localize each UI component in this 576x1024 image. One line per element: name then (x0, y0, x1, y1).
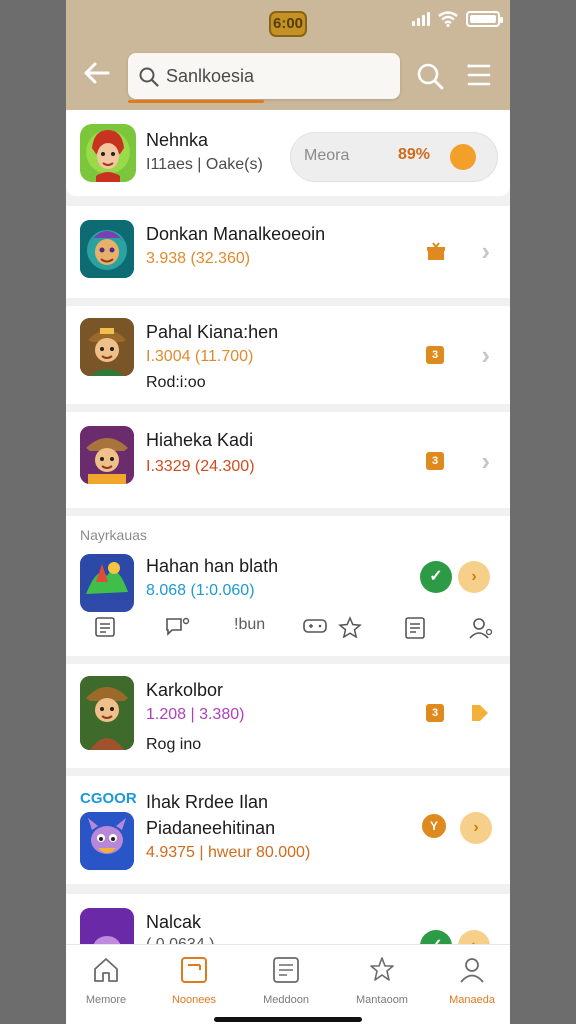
menu-icon[interactable] (466, 62, 492, 88)
list-icon[interactable] (94, 616, 116, 638)
nav-item-news[interactable]: Noonees (154, 955, 234, 1006)
list-item[interactable]: Hiaheka Kadi I.3329 (24.300) 3 › (66, 412, 510, 508)
game-thumbnail (80, 220, 134, 278)
nav-label: Meddoon (263, 994, 309, 1006)
status-icons (412, 11, 503, 27)
game-thumbnail (80, 318, 134, 376)
star-icon[interactable] (338, 616, 362, 638)
toggle-label: Meora (304, 147, 350, 164)
nav-label: Memore (85, 994, 127, 1006)
chevron-right-icon[interactable]: › (460, 812, 492, 844)
search-text: Sanlkoesia (166, 66, 255, 86)
list-item[interactable]: Donkan Manalkeoeoin 3.938 (32.360) › (66, 206, 510, 298)
chevron-right-icon[interactable]: › (458, 561, 490, 593)
profile-name: Nehnka (146, 130, 209, 150)
chevron-right-icon[interactable]: › (481, 340, 490, 371)
home-icon (94, 958, 118, 982)
home-indicator (214, 1017, 362, 1022)
item-sub: 4.9375 | hweur 80.000) (146, 844, 311, 861)
news-icon (181, 957, 207, 983)
check-icon[interactable]: ✓ (420, 561, 452, 593)
mode-toggle[interactable]: Meora 89% (290, 132, 498, 182)
item-sub: 1.208 | 3.380) (146, 706, 245, 723)
toggle-value: 89% (398, 146, 431, 163)
list-item[interactable]: CGOOR Ihak Rrdee Ilan Piadaneehitinan 4.… (66, 776, 510, 884)
right-backdrop (510, 0, 576, 1024)
chat-icon[interactable] (164, 616, 190, 638)
search-underline (128, 100, 264, 103)
gift-icon (427, 242, 445, 260)
avatar (80, 124, 136, 182)
user-settings-icon[interactable] (468, 616, 494, 640)
search-input[interactable]: Sanlkoesia (128, 53, 400, 103)
item-sub: 3.938 (32.360) (146, 250, 251, 267)
chevron-right-icon[interactable]: › (481, 236, 490, 267)
item-title-2: Piadaneehitinan (146, 818, 276, 838)
nav-label: Mantaoom (356, 994, 408, 1006)
bottom-navigation: Memore Noonees Meddoon Mantaoom Manaeda (66, 944, 510, 1024)
search-icon[interactable] (416, 62, 444, 90)
game-thumbnail (80, 812, 134, 870)
item-sub: I.3329 (24.300) (146, 458, 255, 475)
item-title: Karkolbor (146, 680, 224, 700)
item-extra: Rog ino (146, 736, 202, 753)
profile-card[interactable]: Nehnka I11aes | Oake(s) Meora 89% (66, 110, 510, 196)
search-icon (139, 67, 159, 87)
rank-badge: 3 (426, 704, 444, 722)
document-icon[interactable] (404, 616, 426, 640)
game-thumbnail (80, 426, 134, 484)
rank-badge: 3 (426, 346, 444, 364)
item-title: Donkan Manalkeoeoin (146, 224, 326, 244)
action-icon-bar: !bun (66, 612, 510, 648)
signal-icon (412, 12, 430, 26)
item-title: Pahal Kiana:hen (146, 322, 279, 342)
item-title: Hahan han blath (146, 556, 279, 576)
profile-sub: I11aes | Oake(s) (146, 156, 263, 173)
item-title: Hiaheka Kadi (146, 430, 254, 450)
back-arrow-icon[interactable] (82, 58, 114, 90)
rank-badge: 3 (426, 452, 444, 470)
tag-text[interactable]: !bun (234, 616, 265, 634)
star-badge-icon (370, 957, 394, 981)
gamepad-icon[interactable] (302, 616, 328, 636)
brand-tag: CGOOR (80, 790, 137, 807)
app-header: 6:00 Sanlkoesia (66, 0, 510, 110)
nav-label: Manaeda (449, 994, 495, 1006)
left-backdrop (0, 0, 66, 1024)
nav-item-home[interactable]: Memore (66, 955, 146, 1006)
nav-item-community[interactable]: Mantaoom (342, 955, 422, 1006)
game-thumbnail (80, 676, 134, 750)
toggle-knob (450, 144, 476, 170)
item-title: Ihak Rrdee Ilan (146, 792, 269, 812)
list-item[interactable]: Karkolbor 1.208 | 3.380) Rog ino 3 (66, 664, 510, 768)
tag-icon[interactable] (468, 702, 490, 724)
item-sub: 8.068 (1:0.060) (146, 582, 255, 599)
nav-item-profile[interactable]: Manaeda (432, 955, 510, 1006)
chevron-right-icon[interactable]: › (481, 446, 490, 477)
media-icon (273, 957, 299, 983)
section-label: Nayrkauas (80, 527, 147, 543)
nav-item-media[interactable]: Meddoon (246, 955, 326, 1006)
badge-icon: Y (422, 814, 446, 838)
nav-label: Noonees (171, 994, 217, 1006)
item-sub: I.3004 (11.700) (146, 348, 254, 365)
item-extra: Rod:i:oo (146, 374, 206, 391)
game-thumbnail (80, 554, 134, 612)
wifi-icon (438, 11, 458, 27)
profile-icon (460, 958, 484, 983)
phone-screen: 6:00 Sanlkoesia Nehnka I11aes | Oake(s) … (66, 0, 510, 1024)
list-item[interactable]: Pahal Kiana:hen I.3004 (11.700) Rod:i:oo… (66, 306, 510, 404)
status-clock-badge: 6:00 (269, 11, 307, 37)
battery-icon (466, 11, 503, 27)
item-title: Nalcak (146, 912, 202, 932)
